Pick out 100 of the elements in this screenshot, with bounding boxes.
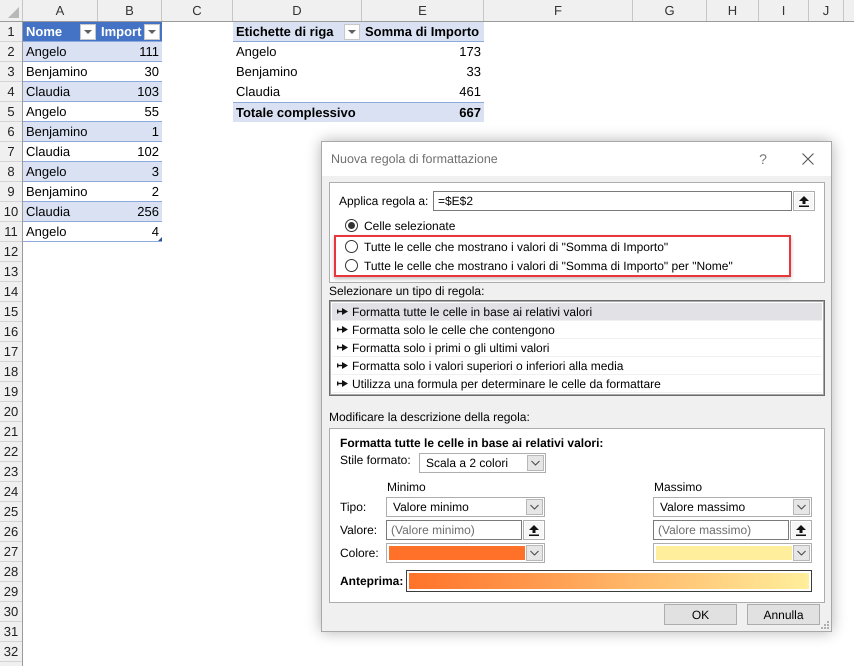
row-header[interactable]: 2 xyxy=(0,42,22,62)
value-field[interactable]: (Valore massimo) xyxy=(653,520,789,540)
column-header[interactable]: A xyxy=(23,0,98,21)
filter-button[interactable] xyxy=(80,24,96,40)
resize-grip-icon[interactable] xyxy=(820,620,829,629)
radio-button[interactable] xyxy=(345,240,358,253)
row-header[interactable]: 23 xyxy=(0,462,22,482)
dialog-title: Nuova regola di formattazione xyxy=(331,152,499,166)
caret-down-icon xyxy=(348,30,356,34)
chevron-down-icon xyxy=(793,499,810,515)
section-label: Modificare la descrizione della regola: xyxy=(329,410,530,424)
arrow-up-icon xyxy=(796,524,806,536)
color-dropdown[interactable] xyxy=(653,543,812,563)
row-header[interactable]: 13 xyxy=(0,262,22,282)
row-header[interactable]: 14 xyxy=(0,282,22,302)
row-header[interactable]: 25 xyxy=(0,502,22,522)
row-header[interactable]: 11 xyxy=(0,222,22,242)
row-header[interactable]: 30 xyxy=(0,602,22,622)
row-header[interactable]: 8 xyxy=(0,162,22,182)
arrow-right-icon xyxy=(337,344,348,351)
row-header[interactable]: 18 xyxy=(0,362,22,382)
field-label: Colore: xyxy=(340,545,379,562)
row-header[interactable]: 1 xyxy=(0,22,22,42)
column-header[interactable]: C xyxy=(162,0,233,21)
dialog-button[interactable]: OK xyxy=(664,604,737,625)
row-header[interactable]: 26 xyxy=(0,522,22,542)
close-icon xyxy=(802,153,814,165)
column-header[interactable]: B xyxy=(98,0,162,21)
column-header[interactable]: D xyxy=(233,0,362,21)
arrow-right-icon xyxy=(337,380,348,387)
row-header[interactable]: 3 xyxy=(0,62,22,82)
table-cell: 1 xyxy=(98,122,162,142)
chevron-down-icon xyxy=(526,499,543,515)
filter-button[interactable] xyxy=(344,24,360,40)
row-header[interactable]: 6 xyxy=(0,122,22,142)
row-header[interactable]: 29 xyxy=(0,582,22,602)
row-header[interactable]: 7 xyxy=(0,142,22,162)
arrow-right-icon xyxy=(337,326,348,333)
row-header[interactable]: 10 xyxy=(0,202,22,222)
collapse-button[interactable] xyxy=(523,520,545,540)
field-label: Stile formato: xyxy=(340,453,412,467)
row-header[interactable]: 21 xyxy=(0,422,22,442)
table-cell: 103 xyxy=(98,82,162,102)
chevron-down-icon xyxy=(527,455,544,471)
column-header[interactable]: G xyxy=(633,0,707,21)
row-header[interactable]: 5 xyxy=(0,102,22,122)
row-header[interactable]: 12 xyxy=(0,242,22,262)
table-cell: Claudia xyxy=(23,82,98,102)
field-label: Applica regola a: xyxy=(339,194,430,208)
rule-heading: Formatta tutte le celle in base ai relativi valori: xyxy=(340,436,604,450)
row-header[interactable]: 9 xyxy=(0,182,22,202)
row-header[interactable]: 15 xyxy=(0,302,22,322)
row-header[interactable]: 17 xyxy=(0,342,22,362)
row-header[interactable]: 16 xyxy=(0,322,22,342)
row-header[interactable]: 27 xyxy=(0,542,22,562)
row-header[interactable]: 20 xyxy=(0,402,22,422)
row-header[interactable]: 31 xyxy=(0,622,22,642)
collapse-button[interactable] xyxy=(790,520,812,540)
table-cell: 256 xyxy=(98,202,162,222)
column-label: Nome xyxy=(26,24,62,40)
radio-button[interactable] xyxy=(345,259,358,272)
format-style-dropdown[interactable]: Scala a 2 colori xyxy=(419,453,546,473)
column-header[interactable]: F xyxy=(484,0,633,21)
caret-down-icon xyxy=(148,30,156,34)
row-header[interactable]: 24 xyxy=(0,482,22,502)
color-dropdown[interactable] xyxy=(386,543,545,563)
resize-handle-icon[interactable] xyxy=(158,237,162,241)
dialog-button[interactable]: Annulla xyxy=(747,604,820,625)
collapse-button[interactable] xyxy=(793,191,815,211)
table-cell: Angelo xyxy=(23,162,98,182)
value-field[interactable]: (Valore minimo) xyxy=(386,520,522,540)
row-header[interactable]: 28 xyxy=(0,562,22,582)
arrow-right-icon xyxy=(337,308,348,315)
filter-button[interactable] xyxy=(144,24,160,40)
table-cell: 111 xyxy=(98,42,162,62)
rule-type-option[interactable]: Formatta tutte le celle in base ai relativi valori xyxy=(332,303,822,321)
radio-label[interactable]: Tutte le celle che mostrano i valori di "Somma di Importo" per "Nome" xyxy=(364,258,733,272)
row-header[interactable]: 4 xyxy=(0,82,22,102)
range-field[interactable]: =$E$2 xyxy=(433,191,792,211)
help-button[interactable]: ? xyxy=(747,144,779,174)
row-header[interactable]: 32 xyxy=(0,642,22,662)
preview-label: Anteprima: xyxy=(340,574,404,588)
column-header[interactable]: H xyxy=(707,0,759,21)
arrow-up-icon xyxy=(529,524,539,536)
row-header[interactable]: 19 xyxy=(0,382,22,402)
column-label: Import xyxy=(101,24,142,40)
type-dropdown[interactable]: Valore minimo xyxy=(386,497,545,517)
row-header[interactable]: 22 xyxy=(0,442,22,462)
column-header[interactable]: I xyxy=(759,0,809,21)
radio-label[interactable]: Celle selezionate xyxy=(364,218,456,232)
column-heading: Massimo xyxy=(653,480,702,494)
pivot-total-cell: 667 xyxy=(362,102,484,122)
radio-label[interactable]: Tutte le celle che mostrano i valori di "Somma di Importo" xyxy=(364,240,668,254)
arrow-up-icon xyxy=(799,196,809,206)
type-dropdown[interactable]: Valore massimo xyxy=(653,497,812,517)
column-header[interactable]: E xyxy=(362,0,484,21)
column-label: Somma di Importo xyxy=(365,24,480,40)
column-header[interactable]: J xyxy=(809,0,844,21)
radio-button[interactable] xyxy=(345,219,358,232)
table-cell: Angelo xyxy=(23,42,98,62)
